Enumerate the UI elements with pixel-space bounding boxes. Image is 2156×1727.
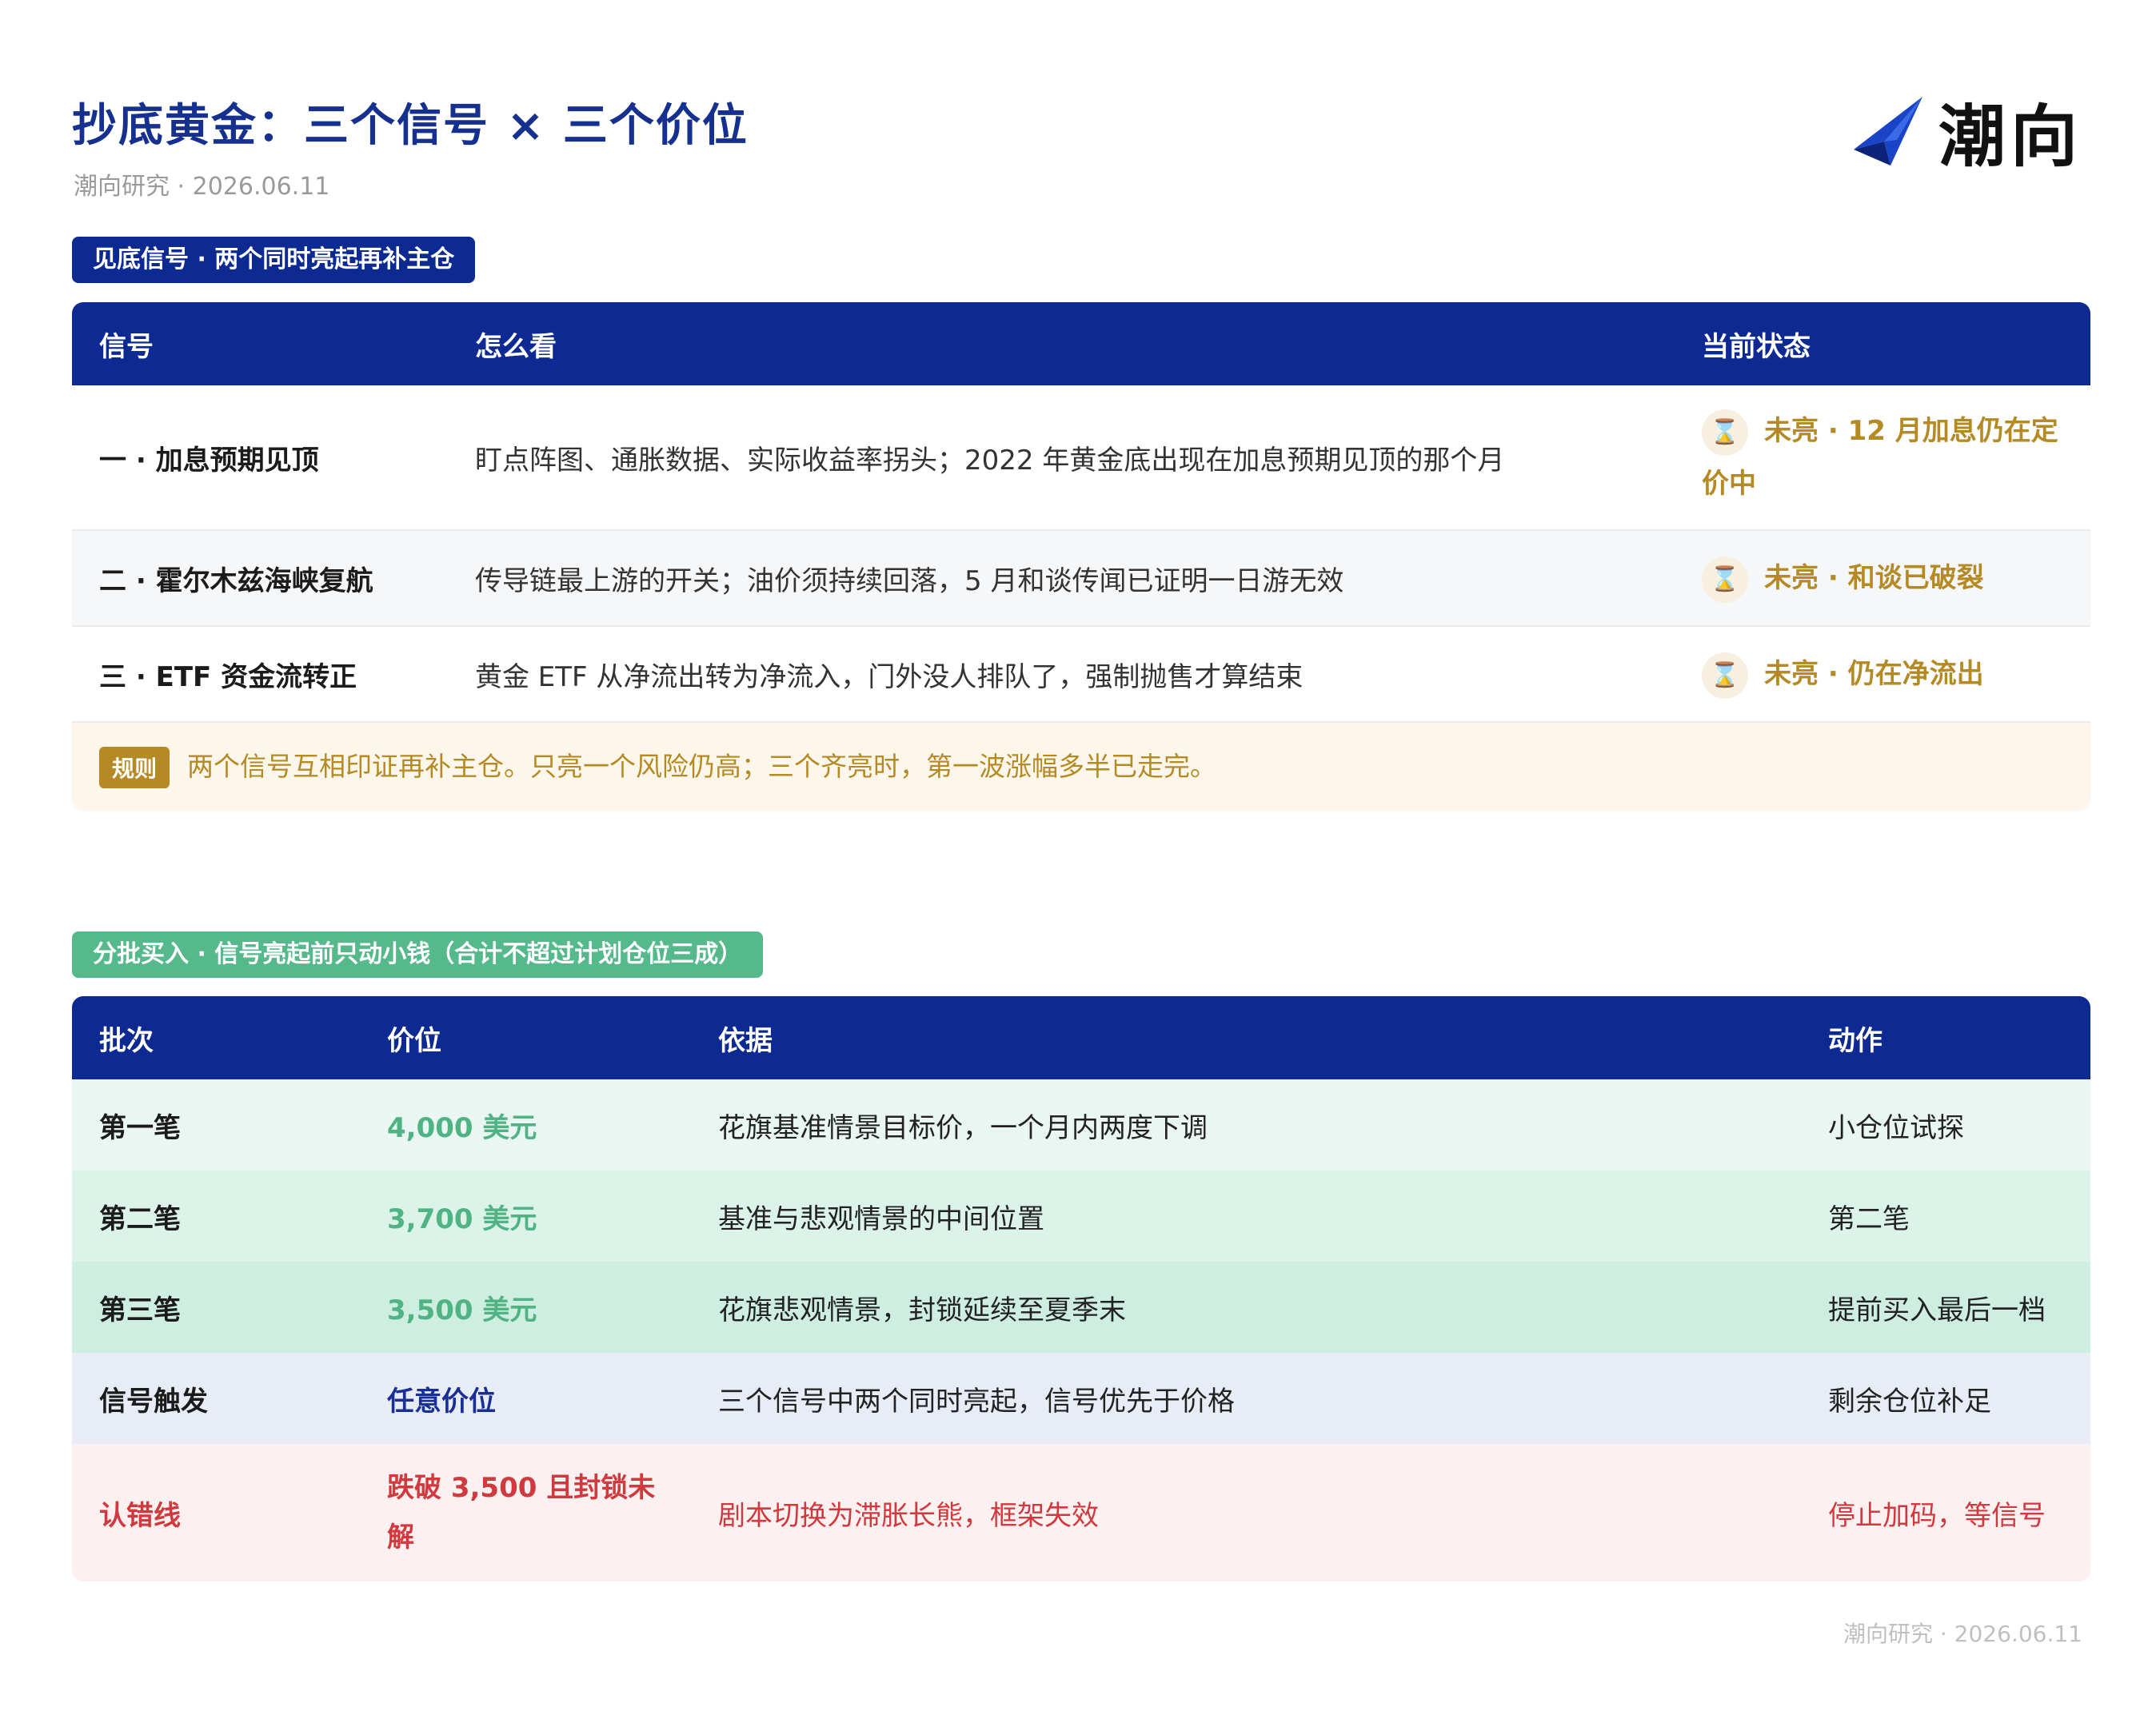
batch-name: 第二笔 xyxy=(72,1171,360,1262)
signal-status: ⌛ 未亮 · 和谈已破裂 xyxy=(1675,530,2090,627)
signal-name: 二 · 霍尔木兹海峡复航 xyxy=(72,530,448,627)
brand-logo: 潮向 xyxy=(1849,83,2082,180)
paper-plane-icon xyxy=(1853,96,1922,166)
signal-status: ⌛ 未亮 · 12 月加息仍在定价中 xyxy=(1675,385,2090,531)
batch-basis: 基准与悲观情景的中间位置 xyxy=(691,1171,1801,1262)
table-row: 信号触发 任意价位 三个信号中两个同时亮起，信号优先于价格 剩余仓位补足 xyxy=(72,1353,2090,1444)
signals-table: 信号 怎么看 当前状态 一 · 加息预期见顶 盯点阵图、通胀数据、实际收益率拐头… xyxy=(72,302,2090,811)
column-header: 依据 xyxy=(691,996,1801,1079)
rule-badge: 规则 xyxy=(99,747,170,789)
batch-price: 4,000 美元 xyxy=(360,1079,691,1171)
rule-text: 两个信号互相印证再补主仓。只亮一个风险仍高；三个齐亮时，第一波涨幅多半已走完。 xyxy=(187,750,1217,782)
section-tag-signals: 见底信号 · 两个同时亮起再补主仓 xyxy=(72,237,476,283)
batch-price: 跌破 3,500 且封锁未解 xyxy=(360,1444,691,1581)
signal-how: 传导链最上游的开关；油价须持续回落，5 月和谈传闻已证明一日游无效 xyxy=(448,530,1675,627)
batch-price: 任意价位 xyxy=(360,1353,691,1444)
batch-name: 第一笔 xyxy=(72,1079,360,1171)
signal-status: ⌛ 未亮 · 仍在净流出 xyxy=(1675,626,2090,723)
batch-basis: 花旗基准情景目标价，一个月内两度下调 xyxy=(691,1079,1801,1171)
page-title: 抄底黄金：三个信号 × 三个价位 xyxy=(72,100,749,152)
batch-action: 第二笔 xyxy=(1801,1171,2090,1262)
signal-status-text: 未亮 · 和谈已破裂 xyxy=(1764,562,1984,594)
column-header: 当前状态 xyxy=(1675,302,2090,385)
batch-price: 3,500 美元 xyxy=(360,1262,691,1353)
table-row: 一 · 加息预期见顶 盯点阵图、通胀数据、实际收益率拐头；2022 年黄金底出现… xyxy=(72,385,2090,531)
batch-name: 信号触发 xyxy=(72,1353,360,1444)
table-row: 第三笔 3,500 美元 花旗悲观情景，封锁延续至夏季末 提前买入最后一档 xyxy=(72,1262,2090,1353)
batch-action: 剩余仓位补足 xyxy=(1801,1353,2090,1444)
section-tag-batches: 分批买入 · 信号亮起前只动小钱（合计不超过计划仓位三成） xyxy=(72,931,764,978)
signal-name: 一 · 加息预期见顶 xyxy=(72,385,448,531)
column-header: 怎么看 xyxy=(448,302,1675,385)
batch-action: 停止加码，等信号 xyxy=(1801,1444,2090,1581)
table-header-row: 批次 价位 依据 动作 xyxy=(72,996,2090,1079)
page: 抄底黄金：三个信号 × 三个价位 潮向研究 · 2026.06.11 潮向 见底… xyxy=(0,0,2156,1727)
footer-text: 潮向研究 · 2026.06.11 xyxy=(1843,1621,2082,1647)
batch-basis: 花旗悲观情景，封锁延续至夏季末 xyxy=(691,1262,1801,1353)
table-row: 三 · ETF 资金流转正 黄金 ETF 从净流出转为净流入，门外没人排队了，强… xyxy=(72,626,2090,723)
hourglass-icon: ⌛ xyxy=(1702,409,1748,456)
table-row: 第二笔 3,700 美元 基准与悲观情景的中间位置 第二笔 xyxy=(72,1171,2090,1262)
batch-basis: 剧本切换为滞胀长熊，框架失效 xyxy=(691,1444,1801,1581)
signal-name: 三 · ETF 资金流转正 xyxy=(72,626,448,723)
page-subtitle: 潮向研究 · 2026.06.11 xyxy=(74,173,330,201)
table-row: 第一笔 4,000 美元 花旗基准情景目标价，一个月内两度下调 小仓位试探 xyxy=(72,1079,2090,1171)
column-header: 价位 xyxy=(360,996,691,1079)
column-header: 批次 xyxy=(72,996,360,1079)
signal-how: 黄金 ETF 从净流出转为净流入，门外没人排队了，强制抛售才算结束 xyxy=(448,626,1675,723)
rule-cell: 规则 两个信号互相印证再补主仓。只亮一个风险仍高；三个齐亮时，第一波涨幅多半已走完… xyxy=(72,722,2090,811)
table-row: 认错线 跌破 3,500 且封锁未解 剧本切换为滞胀长熊，框架失效 停止加码，等… xyxy=(72,1444,2090,1581)
signal-status-text: 未亮 · 仍在净流出 xyxy=(1764,658,1984,690)
batch-action: 小仓位试探 xyxy=(1801,1079,2090,1171)
signal-status-text: 未亮 · 12 月加息仍在定价中 xyxy=(1702,415,2058,500)
hourglass-icon: ⌛ xyxy=(1702,652,1748,699)
batch-name: 第三笔 xyxy=(72,1262,360,1353)
batch-table: 批次 价位 依据 动作 第一笔 4,000 美元 花旗基准情景目标价，一个月内两… xyxy=(72,996,2090,1581)
table-row: 二 · 霍尔木兹海峡复航 传导链最上游的开关；油价须持续回落，5 月和谈传闻已证… xyxy=(72,530,2090,627)
brand-name: 潮向 xyxy=(1938,98,2082,176)
batch-action: 提前买入最后一档 xyxy=(1801,1262,2090,1353)
batch-price: 3,700 美元 xyxy=(360,1171,691,1262)
column-header: 信号 xyxy=(72,302,448,385)
hourglass-icon: ⌛ xyxy=(1702,556,1748,603)
batch-basis: 三个信号中两个同时亮起，信号优先于价格 xyxy=(691,1353,1801,1444)
batch-name: 认错线 xyxy=(72,1444,360,1581)
signal-how: 盯点阵图、通胀数据、实际收益率拐头；2022 年黄金底出现在加息预期见顶的那个月 xyxy=(448,385,1675,531)
rule-row: 规则 两个信号互相印证再补主仓。只亮一个风险仍高；三个齐亮时，第一波涨幅多半已走完… xyxy=(72,722,2090,811)
column-header: 动作 xyxy=(1801,996,2090,1079)
table-header-row: 信号 怎么看 当前状态 xyxy=(72,302,2090,385)
